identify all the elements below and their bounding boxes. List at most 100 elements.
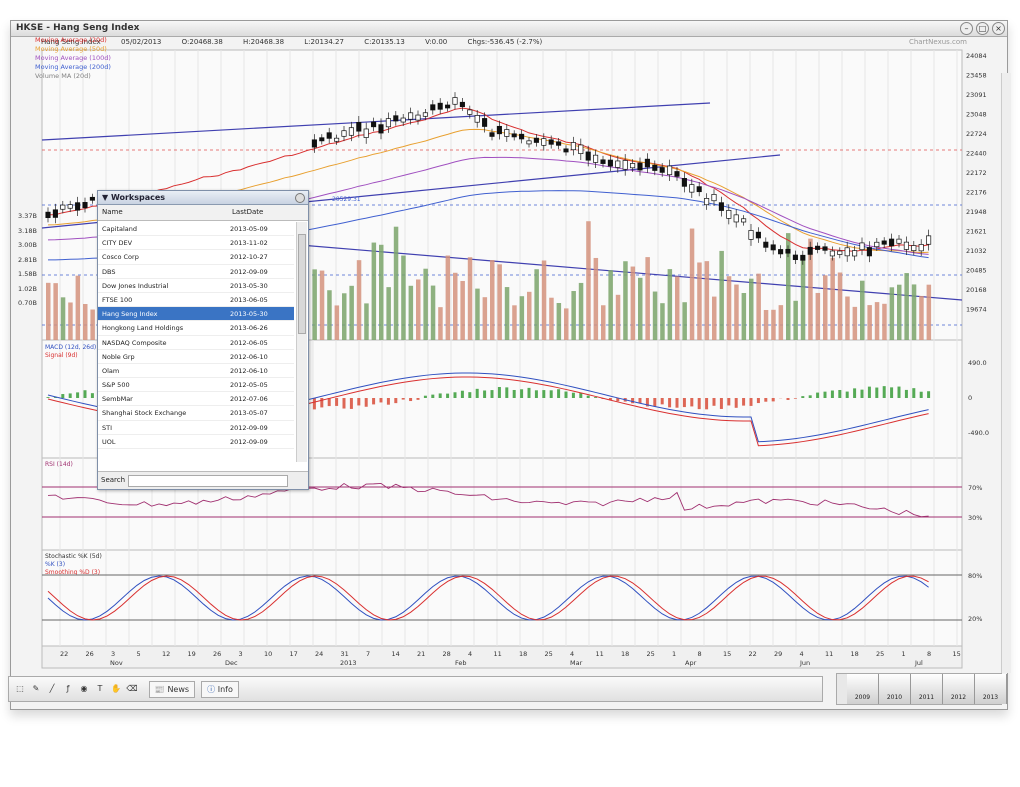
navigator-year[interactable]: 2013 [975, 674, 1007, 704]
x-axis-day-label: 22 [60, 650, 68, 658]
left-axis-label: 3.00B [18, 241, 37, 249]
watchlist-rows: Capitaland 2013-05-09 CITY DEV 2013-11-02 Co… [98, 222, 294, 449]
macd-histogram-bar [423, 395, 427, 398]
color-tool-icon[interactable]: ◉ [77, 681, 91, 698]
left-axis: 3.37B 3.18B 3.00B 2.81B 1.58B 1.02B 0.70B [2, 0, 37, 650]
search-input[interactable] [128, 475, 288, 487]
watchlist-columns: Name LastDate [98, 205, 308, 221]
watchlist-row[interactable]: UOL 2012-09-09 [98, 435, 294, 449]
x-axis-day-label: 3 [111, 650, 115, 658]
text-tool-icon[interactable]: T [93, 681, 107, 698]
x-axis-day-label: 3 [239, 650, 243, 658]
watchlist-row-name: Noble Grp [102, 352, 135, 361]
watchlist-scrollbar[interactable] [296, 222, 307, 462]
watchlist-row-name: SembMar [102, 395, 133, 404]
macd-histogram-bar [46, 397, 50, 398]
macd-histogram-bar [68, 393, 72, 398]
price-axis-label: 22440 [966, 150, 987, 158]
navigator-year[interactable]: 2011 [911, 674, 943, 704]
x-axis-day-label: 28 [443, 650, 451, 658]
macd-histogram-bar [867, 386, 871, 398]
candle-body [918, 244, 924, 252]
left-axis-label: 2.81B [18, 255, 37, 264]
column-lastdate[interactable]: LastDate [228, 205, 294, 220]
candle-body [711, 194, 717, 202]
macd-histogram-bar [927, 391, 931, 398]
price-axis-label: 22724 [966, 130, 987, 138]
macd-histogram-bar [808, 395, 812, 398]
volume-bar [541, 260, 547, 340]
info-button[interactable]: ⓘ Info [201, 681, 239, 698]
watchlist-row-name: Hang Seng Index [102, 310, 158, 319]
watchlist-row[interactable]: S&P 500 2012-05-05 [98, 378, 294, 393]
macd-histogram-bar [90, 393, 94, 398]
x-axis-day-label: 26 [213, 650, 221, 658]
watchlist-row[interactable]: Hongkong Land Holdings 2013-06-26 [98, 321, 294, 336]
legend-item: Volume MA (20d) [35, 72, 91, 80]
watchlist-row[interactable]: SembMar 2012-07-06 [98, 392, 294, 407]
candle-body [415, 114, 421, 121]
volume-bar [726, 276, 732, 340]
macd-histogram-bar [742, 398, 746, 406]
x-axis-day-label: 4 [800, 650, 804, 658]
volume-bar [430, 285, 436, 340]
timeline-navigator[interactable]: 2009 2010 2011 2012 2013 [836, 673, 1007, 705]
candle-body [75, 202, 81, 211]
x-axis-day-label: 12 [162, 650, 170, 658]
select-tool-icon[interactable]: ⬚ [13, 681, 27, 698]
x-axis-day-label: 22 [749, 650, 757, 658]
watchlist-row[interactable]: Dow Jones Industrial 2013-05-30 [98, 279, 294, 293]
watchlist-row[interactable]: CITY DEV 2013-11-02 [98, 236, 294, 251]
volume-bar [815, 292, 821, 340]
watchlist-row[interactable]: Capitaland 2013-05-09 [98, 222, 294, 237]
candle-body [792, 254, 798, 261]
watchlist-row[interactable]: Hang Seng Index 2013-05-30 [98, 307, 294, 322]
macd-axis-label: -490.0 [968, 429, 989, 437]
watchlist-row[interactable]: Noble Grp 2012-06-10 [98, 350, 294, 364]
macd-histogram-bar [342, 398, 346, 409]
macd-histogram-bar [875, 387, 879, 398]
candle-body [519, 133, 525, 140]
watchlist-row[interactable]: FTSE 100 2013-06-05 [98, 293, 294, 308]
macd-histogram-bar [483, 390, 487, 398]
info-label: Info [217, 685, 233, 694]
navigator-year[interactable]: 2012 [943, 674, 975, 704]
watchlist-row[interactable]: Cosco Corp 2012-10-27 [98, 250, 294, 265]
volume-bar [571, 291, 576, 340]
hand-tool-icon[interactable]: ✋ [109, 681, 123, 698]
watchlist-row[interactable]: NASDAQ Composite 2012-06-05 [98, 336, 294, 350]
fib-tool-icon[interactable]: ƒ [61, 681, 75, 698]
macd-histogram-bar [335, 398, 339, 406]
eraser-tool-icon[interactable]: ⌫ [125, 681, 139, 698]
watchlist-row[interactable]: STI 2012-09-09 [98, 421, 294, 435]
x-axis-day-label: 18 [851, 650, 859, 658]
volume-bar [46, 282, 51, 340]
watchlist-scroll-thumb[interactable] [298, 234, 306, 334]
macd-histogram-bar [549, 390, 553, 398]
volume-bar [512, 305, 517, 340]
volume-bar [53, 283, 58, 340]
x-axis-day-label: 11 [494, 650, 502, 658]
candle-body [770, 244, 776, 251]
left-axis-label: 0.70B [18, 299, 37, 307]
column-name[interactable]: Name [98, 205, 228, 220]
navigator-year[interactable]: 2010 [879, 674, 911, 704]
candle-body [800, 254, 806, 261]
watchlist-row[interactable]: Shanghai Stock Exchange 2013-05-07 [98, 406, 294, 421]
candle-body [348, 127, 354, 136]
macd-signal-title: Signal (9d) [45, 352, 78, 359]
draw-tool-icon[interactable]: ✎ [29, 681, 43, 698]
candle-body [311, 139, 317, 148]
trend-label: 20529.31 [332, 196, 361, 203]
watchlist-row-name: STI [102, 423, 113, 432]
watchlist-row[interactable]: DBS 2012-09-09 [98, 265, 294, 279]
news-button[interactable]: 📰 News [149, 681, 195, 698]
watchlist-row[interactable]: Olam 2012-06-10 [98, 364, 294, 379]
macd-histogram-bar [460, 390, 464, 398]
candle-body [489, 132, 495, 137]
watchlist-close-icon[interactable] [295, 193, 305, 203]
navigator-year[interactable]: 2009 [847, 674, 879, 704]
watchlist-row-date: 2012-10-27 [230, 253, 268, 262]
line-tool-icon[interactable]: ╱ [45, 681, 59, 698]
candle-body [748, 230, 754, 240]
